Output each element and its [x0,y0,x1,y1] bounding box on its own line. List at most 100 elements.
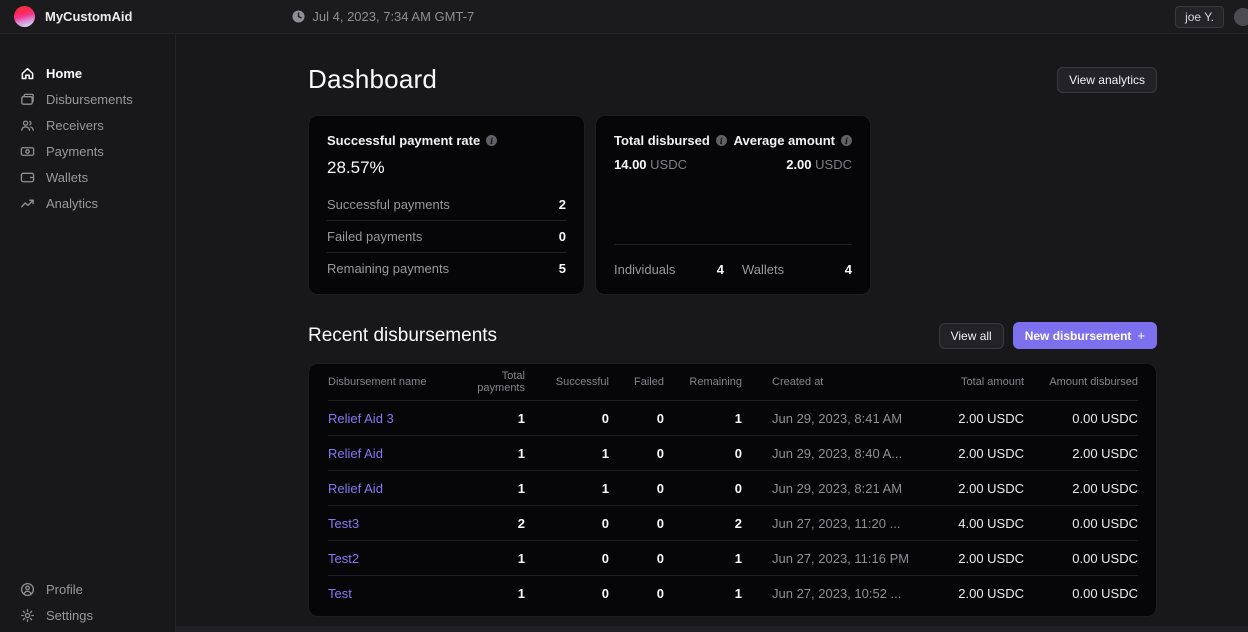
table-header-row: Disbursement name Total payments Success… [328,364,1138,400]
stat-value: 2 [559,197,566,212]
view-analytics-button[interactable]: View analytics [1057,67,1157,93]
user-menu-button[interactable]: joe Y. [1175,6,1224,28]
stat-value: 0 [559,229,566,244]
sidebar: Home Disbursements [0,34,176,632]
sidebar-item-payments[interactable]: Payments [0,140,175,162]
app-name: MyCustomAid [45,9,132,24]
cell-amount-disbursed: 0.00 USDC [1024,516,1138,531]
payment-rate-title: Successful payment rate [327,133,480,148]
cell-amount-disbursed: 2.00 USDC [1024,481,1138,496]
datetime-text: Jul 4, 2023, 7:34 AM GMT-7 [312,9,474,24]
table-row: Relief Aid 1 1 0 0 Jun 29, 2023, 8:21 AM… [328,470,1138,505]
cell-successful: 1 [525,446,609,461]
stat-row-failed: Failed payments 0 [327,220,566,252]
totals-card: Total disbursed i Average amount i 14.00… [595,115,871,295]
cell-failed: 0 [609,516,664,531]
stat-label: Failed payments [327,229,422,244]
table-row: Test 1 0 0 1 Jun 27, 2023, 10:52 ... 2.0… [328,575,1138,610]
settings-icon [20,608,35,623]
individuals-value: 4 [717,262,724,277]
total-disbursed-value: 14.00 USDC [614,157,687,172]
sidebar-item-label: Settings [46,608,93,623]
cell-remaining: 1 [664,586,742,601]
disbursement-link[interactable]: Test [328,586,459,601]
cell-successful: 0 [525,586,609,601]
table-row: Test3 2 0 0 2 Jun 27, 2023, 11:20 ... 4.… [328,505,1138,540]
disbursement-link[interactable]: Test2 [328,551,459,566]
sidebar-item-label: Analytics [46,196,98,211]
individuals-label: Individuals [614,262,675,277]
stat-row-successful: Successful payments 2 [327,188,566,220]
new-disbursement-button[interactable]: New disbursement + [1013,322,1157,349]
app-logo [14,6,35,27]
cell-total-payments: 1 [459,446,525,461]
col-failed: Failed [609,376,664,388]
average-amount-currency: USDC [815,157,852,172]
cell-failed: 0 [609,481,664,496]
main-content: Dashboard View analytics Successful paym… [176,34,1248,632]
stat-label: Successful payments [327,197,450,212]
col-total-payments: Total payments [459,370,525,394]
cell-remaining: 0 [664,446,742,461]
cell-total-amount: 2.00 USDC [956,481,1024,496]
cell-total-amount: 4.00 USDC [956,516,1024,531]
avatar[interactable] [1234,8,1248,26]
new-disbursement-label: New disbursement [1025,329,1132,343]
cell-amount-disbursed: 2.00 USDC [1024,446,1138,461]
sidebar-item-label: Home [46,66,82,81]
cell-created-at: Jun 27, 2023, 11:20 ... [742,516,956,531]
sidebar-item-home[interactable]: Home [0,62,175,84]
sidebar-item-label: Wallets [46,170,88,185]
sidebar-item-label: Payments [46,144,104,159]
payments-icon [20,144,35,159]
wallets-value: 4 [845,262,852,277]
total-disbursed-number: 14.00 [614,157,647,172]
totals-bottom-row: Individuals 4 Wallets 4 [614,244,852,284]
info-icon[interactable]: i [716,135,727,146]
cell-total-payments: 1 [459,481,525,496]
total-disbursed-title: Total disbursed [614,133,710,148]
topbar-right: joe Y. [1175,6,1238,28]
sidebar-nav: Home Disbursements [0,62,175,214]
sidebar-item-receivers[interactable]: Receivers [0,114,175,136]
cell-remaining: 2 [664,516,742,531]
disbursement-link[interactable]: Relief Aid 3 [328,411,459,426]
cell-created-at: Jun 29, 2023, 8:41 AM [742,411,956,426]
cell-total-payments: 1 [459,411,525,426]
sidebar-item-profile[interactable]: Profile [0,578,175,600]
col-created-at: Created at [742,376,956,388]
sidebar-item-settings[interactable]: Settings [0,604,175,626]
cell-failed: 0 [609,411,664,426]
info-icon[interactable]: i [841,135,852,146]
disbursement-link[interactable]: Test3 [328,516,459,531]
payment-stat-list: Successful payments 2 Failed payments 0 … [327,188,566,284]
cell-successful: 0 [525,411,609,426]
average-amount-title: Average amount [734,133,835,148]
cell-created-at: Jun 27, 2023, 10:52 ... [742,586,956,601]
page-title: Dashboard [308,64,437,95]
horizontal-scrollbar[interactable] [176,626,1248,632]
disbursement-link[interactable]: Relief Aid [328,446,459,461]
table-row: Test2 1 0 0 1 Jun 27, 2023, 11:16 PM 2.0… [328,540,1138,575]
info-icon[interactable]: i [486,135,497,146]
disbursement-link[interactable]: Relief Aid [328,481,459,496]
topbar-datetime: Jul 4, 2023, 7:34 AM GMT-7 [292,9,474,24]
cell-failed: 0 [609,446,664,461]
payment-rate-value: 28.57% [327,158,566,178]
cell-created-at: Jun 29, 2023, 8:40 A... [742,446,956,461]
sidebar-footer: Profile Settings [0,578,175,628]
cell-failed: 0 [609,551,664,566]
stat-cards: Successful payment rate i 28.57% Success… [308,115,1157,295]
cell-failed: 0 [609,586,664,601]
sidebar-item-disbursements[interactable]: Disbursements [0,88,175,110]
cell-successful: 1 [525,481,609,496]
sidebar-item-analytics[interactable]: Analytics [0,192,175,214]
sidebar-item-wallets[interactable]: Wallets [0,166,175,188]
receivers-icon [20,118,35,133]
recent-disbursements-title: Recent disbursements [308,325,497,347]
cell-amount-disbursed: 0.00 USDC [1024,586,1138,601]
home-icon [20,66,35,81]
view-all-button[interactable]: View all [939,323,1004,349]
cell-total-amount: 2.00 USDC [956,551,1024,566]
col-successful: Successful [525,376,609,388]
